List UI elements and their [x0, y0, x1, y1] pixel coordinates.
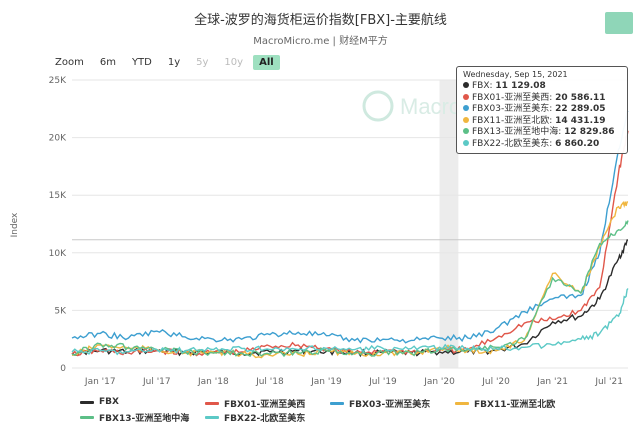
series-dot-icon: [463, 139, 469, 146]
legend-label: FBX01-亚洲至美西: [224, 400, 306, 410]
y-tick-label: 15K: [49, 191, 67, 201]
legend-swatch-icon: [455, 402, 469, 405]
x-tick-label: Jan '21: [536, 377, 568, 387]
tooltip-row-value: 20 586.11: [555, 92, 606, 103]
tooltip-row-label: FBX01-亚洲至美西:: [472, 92, 556, 103]
legend-item[interactable]: FBX03-亚洲至美东: [330, 397, 430, 410]
series-dot-icon: [463, 93, 469, 100]
x-tick-label: Jul '20: [481, 377, 510, 387]
tooltip-row-label: FBX22-北欧至美东:: [472, 138, 556, 149]
x-tick-label: Jan '19: [310, 377, 342, 387]
x-tick-label: Jan '20: [423, 377, 455, 387]
legend-label: FBX13-亚洲至地中海: [99, 414, 190, 424]
x-tick-label: Jul '21: [594, 377, 623, 387]
tooltip-row-value: 22 289.05: [555, 104, 606, 114]
watermark-logo-icon: [362, 90, 394, 122]
tooltip-date: Wednesday, Sep 15, 2021: [463, 70, 568, 79]
series-line-0[interactable]: [71, 239, 628, 358]
tooltip-row-label: FBX11-亚洲至北欧:: [472, 115, 556, 126]
x-tick-label: Jul '19: [368, 377, 397, 387]
y-tick-label: 5K: [54, 306, 67, 316]
legend-swatch-icon: [80, 416, 94, 419]
series-line-5[interactable]: [71, 288, 629, 356]
legend-label: FBX03-亚洲至美东: [349, 400, 431, 410]
tooltip-row: FBX03-亚洲至美东: 22 289.05: [463, 104, 621, 116]
legend-swatch-icon: [330, 402, 344, 405]
series-line-3[interactable]: [71, 200, 629, 359]
line-chart: MacroM 05K10K15K20K25KJan '17 Jul '17 Jan …: [10, 76, 629, 387]
legend-swatch-icon: [80, 400, 94, 404]
x-tick-label: Jul '18: [255, 377, 284, 387]
legend-label: FBX11-亚洲至北欧: [474, 400, 556, 410]
tooltip-row-value: 6 860.20: [555, 138, 600, 149]
x-tick-label: Jan '18: [197, 377, 229, 387]
series-line-4[interactable]: [71, 220, 629, 358]
series-dot-icon: [463, 128, 469, 134]
tooltip-row-label: FBX03-亚洲至美东:: [472, 104, 556, 114]
legend-item[interactable]: FBX22-北欧至美东: [205, 411, 305, 424]
y-tick-label: 25K: [49, 76, 67, 86]
y-tick-label: 10K: [49, 249, 67, 259]
tooltip-row: FBX11-亚洲至北欧: 14 431.19: [463, 116, 621, 128]
legend-item[interactable]: FBX11-亚洲至北欧: [455, 397, 555, 410]
legend-item[interactable]: FBX13-亚洲至地中海: [80, 411, 189, 424]
legend-label: FBX: [99, 397, 119, 407]
tooltip-row: FBX22-北欧至美东: 6 860.20: [463, 139, 621, 151]
tooltip: Wednesday, Sep 15, 2021 FBX: 11 129.08 FB…: [456, 66, 628, 154]
y-tick-label: 20K: [49, 134, 67, 144]
tooltip-row-value: 14 431.19: [555, 115, 606, 126]
legend-swatch-icon: [205, 402, 219, 405]
x-tick-label: Jan '17: [84, 377, 116, 387]
tooltip-row-label: FBX13-亚洲至地中海:: [472, 127, 565, 137]
y-tick-label: 0: [60, 364, 66, 374]
tooltip-row-label: FBX:: [472, 81, 496, 91]
tooltip-row: FBX: 11 129.08: [463, 81, 621, 93]
tooltip-row-value: 11 129.08: [495, 81, 546, 91]
legend-item[interactable]: FBX: [80, 397, 119, 407]
legend-item[interactable]: FBX01-亚洲至美西: [205, 397, 305, 410]
legend-label: FBX22-北欧至美东: [224, 414, 306, 424]
tooltip-row: FBX13-亚洲至地中海: 12 829.86: [463, 127, 621, 139]
series-dot-icon: [463, 105, 469, 111]
x-tick-label: Jul '17: [142, 377, 171, 387]
tooltip-row-value: 12 829.86: [564, 127, 615, 137]
legend-swatch-icon: [205, 416, 219, 419]
y-axis-title: Index: [10, 212, 20, 237]
series-dot-icon: [463, 116, 469, 123]
series-dot-icon: [463, 82, 469, 88]
tooltip-row: FBX01-亚洲至美西: 20 586.11: [463, 93, 621, 105]
series-line-1[interactable]: [71, 130, 629, 357]
